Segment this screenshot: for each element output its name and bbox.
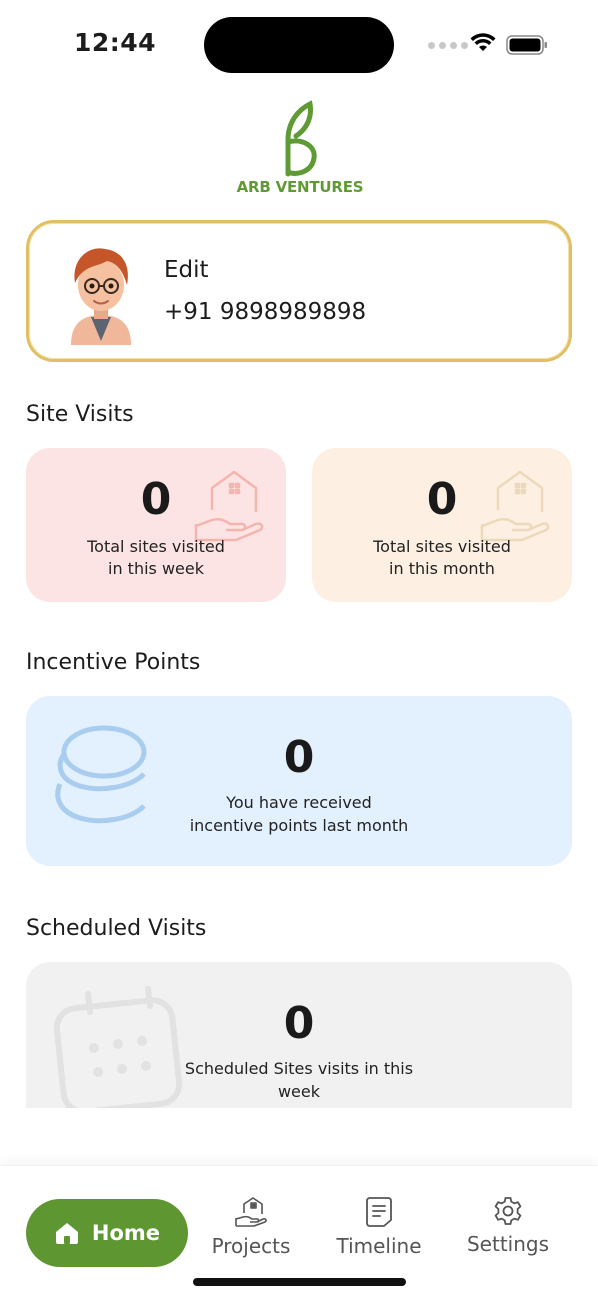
incentive-points-label-1: You have received <box>226 793 372 812</box>
site-visits-title: Site Visits <box>26 402 134 427</box>
status-bar: 12:44 <box>0 0 598 90</box>
signal-icon <box>428 40 468 50</box>
site-visits-week-label-2: in this week <box>108 559 204 578</box>
battery-icon <box>506 35 547 55</box>
nav-home-button[interactable]: Home <box>26 1199 188 1267</box>
brand-logo: ARB VENTURES <box>230 100 370 200</box>
site-visits-week-value: 0 <box>140 474 172 525</box>
nav-settings-label: Settings <box>466 1232 550 1256</box>
site-visits-week-label-1: Total sites visited <box>87 537 225 556</box>
profile-edit-link[interactable]: Edit <box>164 257 209 283</box>
nav-timeline[interactable]: Timeline <box>324 1196 434 1276</box>
document-icon <box>366 1197 392 1227</box>
incentive-points-value: 0 <box>283 732 315 783</box>
leaf-logo-icon <box>285 100 317 177</box>
nav-home-label: Home <box>91 1221 161 1245</box>
gear-icon <box>494 1197 522 1225</box>
nav-timeline-label: Timeline <box>336 1234 422 1258</box>
wifi-icon <box>470 33 496 51</box>
incentive-points-title: Incentive Points <box>26 650 201 675</box>
status-time: 12:44 <box>74 28 157 57</box>
site-visits-month-card[interactable]: 0 Total sites visited in this month <box>312 448 572 602</box>
hand-house-icon <box>235 1197 267 1227</box>
site-visits-month-label-1: Total sites visited <box>373 537 511 556</box>
scheduled-visits-card[interactable]: 0 Scheduled Sites visits in this week <box>26 962 572 1108</box>
nav-projects[interactable]: Projects <box>196 1196 306 1276</box>
brand-name: ARB VENTURES <box>236 178 364 196</box>
scheduled-visits-label-2: week <box>277 1082 321 1101</box>
scheduled-visits-label-1: Scheduled Sites visits in this <box>184 1059 414 1078</box>
site-visits-month-label-2: in this month <box>389 559 495 578</box>
scheduled-visits-title: Scheduled Visits <box>26 916 207 941</box>
profile-phone: +91 9898989898 <box>164 299 367 325</box>
profile-card[interactable]: Edit +91 9898989898 <box>26 220 572 362</box>
nav-settings[interactable]: Settings <box>453 1196 563 1276</box>
nav-projects-label: Projects <box>211 1234 291 1258</box>
incentive-points-card[interactable]: 0 You have received incentive points las… <box>26 696 572 866</box>
avatar <box>71 248 131 345</box>
home-indicator <box>193 1278 406 1286</box>
dynamic-island <box>204 17 394 73</box>
site-visits-month-value: 0 <box>426 474 458 525</box>
site-visits-week-card[interactable]: 0 Total sites visited in this week <box>26 448 286 602</box>
incentive-points-label-2: incentive points last month <box>189 816 409 835</box>
scheduled-visits-value: 0 <box>283 998 315 1049</box>
home-icon <box>55 1223 78 1244</box>
